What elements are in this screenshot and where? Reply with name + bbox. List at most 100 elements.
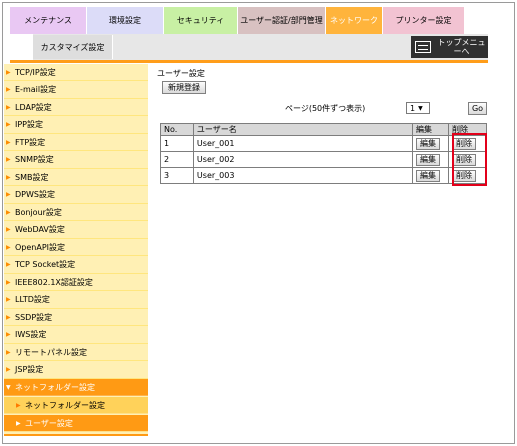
- sidebar-item-remote-panel[interactable]: ▶ リモートパネル設定: [4, 344, 148, 361]
- delete-cell: 削除: [448, 167, 487, 184]
- register-button[interactable]: 新規登録: [162, 81, 206, 94]
- table-row: 2 User_002 編集 削除: [160, 151, 487, 168]
- table-row: 1 User_001 編集 削除: [160, 135, 487, 152]
- tab-printer[interactable]: プリンター設定: [383, 7, 465, 34]
- column-header-no: No.: [160, 123, 194, 136]
- sidebar-item-label: IPP設定: [15, 120, 44, 129]
- page-select-value: 1: [410, 103, 416, 113]
- sidebar-item-smb[interactable]: ▶ SMB設定: [4, 169, 148, 186]
- arrow-right-icon: ▶: [6, 348, 11, 356]
- sidebar-item-label: SNMP設定: [15, 155, 54, 164]
- edit-cell: 編集: [412, 135, 449, 152]
- sidebar-item-snmp[interactable]: ▶ SNMP設定: [4, 152, 148, 169]
- sidebar-item-label: SMB設定: [15, 172, 49, 182]
- sidebar-item-label: SSDP設定: [15, 312, 53, 322]
- tab-network[interactable]: ネットワーク: [326, 7, 383, 34]
- sidebar-item-label: Bonjour設定: [15, 207, 62, 217]
- arrow-right-icon: ▶: [6, 121, 11, 128]
- pager-label: ページ(50件ずつ表示): [285, 104, 366, 113]
- go-button[interactable]: Go: [468, 102, 487, 115]
- sidebar-item-label: ネットフォルダー設定: [25, 400, 105, 410]
- tab-user-auth[interactable]: ユーザー認証/部門管理: [238, 7, 326, 34]
- arrow-right-icon: ▶: [6, 278, 11, 286]
- tab-security[interactable]: セキュリティ: [164, 7, 238, 34]
- delete-button[interactable]: 削除: [452, 169, 476, 182]
- sidebar-item-label: ユーザー設定: [25, 418, 73, 428]
- sidebar-item-ipp[interactable]: ▶ IPP設定: [4, 117, 148, 134]
- sidebar-item-label: TCP/IP設定: [15, 67, 56, 77]
- column-header-delete: 削除: [448, 123, 487, 136]
- table-header-row: No. ユーザー名 編集 削除: [160, 123, 487, 136]
- column-header-edit: 編集: [412, 123, 449, 136]
- menu-list-icon: [415, 41, 431, 53]
- delete-button[interactable]: 削除: [452, 137, 476, 150]
- arrow-right-icon: ▶: [6, 208, 11, 216]
- sidebar-item-openapi[interactable]: ▶ OpenAPI設定: [4, 239, 148, 256]
- tab-environment[interactable]: 環境設定: [87, 7, 164, 34]
- sidebar-item-dpws[interactable]: ▶ DPWS設定: [4, 187, 148, 204]
- edit-button[interactable]: 編集: [416, 169, 441, 182]
- sidebar-item-label: LLTD設定: [15, 295, 50, 304]
- sidebar-item-tcp-socket[interactable]: ▶ TCP Socket設定: [4, 257, 148, 274]
- sidebar-item-label: IWS設定: [15, 330, 47, 339]
- sidebar-item-label: TCP Socket設定: [15, 260, 76, 269]
- delete-cell: 削除: [448, 151, 487, 168]
- sidebar-item-label: OpenAPI設定: [15, 242, 66, 252]
- arrow-right-icon: ▶: [6, 296, 11, 303]
- page-title: ユーザー設定: [157, 69, 205, 78]
- sidebar-item-tcpip[interactable]: ▶ TCP/IP設定: [4, 64, 148, 81]
- sidebar-group-net-folder[interactable]: ▼ ネットフォルダー設定: [4, 379, 148, 396]
- tab-maintenance[interactable]: メンテナンス: [10, 7, 87, 34]
- arrow-right-icon: ▶: [16, 401, 21, 409]
- row-username: User_001: [192, 135, 414, 152]
- sidebar: ▶ TCP/IP設定 ▶ E-mail設定 ▶ LDAP設定 ▶ IPP設定 ▶ FTP設…: [4, 64, 148, 436]
- edit-cell: 編集: [412, 151, 449, 168]
- sidebar-item-ieee8021x[interactable]: ▶ IEEE802.1X認証設定: [4, 274, 148, 291]
- row-number: 3: [160, 167, 194, 184]
- arrow-right-icon: ▶: [6, 86, 11, 93]
- arrow-down-icon: ▼: [6, 383, 11, 391]
- sidebar-item-label: DPWS設定: [15, 190, 55, 199]
- top-menu-button[interactable]: トップメニューへ: [411, 36, 488, 58]
- arrow-right-icon: ▶: [6, 138, 11, 146]
- sidebar-item-bonjour[interactable]: ▶ Bonjour設定: [4, 204, 148, 221]
- sidebar-item-label: LDAP設定: [15, 102, 52, 112]
- delete-button[interactable]: 削除: [452, 153, 476, 166]
- tab-customize[interactable]: カスタマイズ設定: [10, 35, 113, 59]
- arrow-right-icon: ▶: [6, 156, 11, 163]
- row-number: 2: [160, 151, 194, 168]
- arrow-right-icon: ▶: [6, 331, 11, 338]
- row-username: User_002: [192, 151, 414, 168]
- sidebar-item-iws[interactable]: ▶ IWS設定: [4, 327, 148, 344]
- delete-cell: 削除: [448, 135, 487, 152]
- sidebar-group-label: ネットフォルダー設定: [15, 382, 95, 392]
- chevron-down-icon: ▼: [418, 104, 423, 112]
- sidebar-item-ldap[interactable]: ▶ LDAP設定: [4, 99, 148, 116]
- sidebar-item-ftp[interactable]: ▶ FTP設定: [4, 134, 148, 151]
- user-table: No. ユーザー名 編集 削除 1 User_001 編集 削除 2 User_…: [160, 123, 487, 184]
- row-username: User_003: [192, 167, 414, 184]
- sidebar-item-ssdp[interactable]: ▶ SSDP設定: [4, 309, 148, 326]
- sidebar-subitem-net-folder[interactable]: ▶ ネットフォルダー設定: [4, 397, 148, 414]
- page-select[interactable]: 1 ▼: [406, 102, 430, 114]
- sidebar-item-label: FTP設定: [15, 137, 46, 147]
- arrow-right-icon: ▶: [6, 103, 11, 111]
- arrow-right-icon: ▶: [6, 243, 11, 251]
- edit-button[interactable]: 編集: [416, 137, 441, 150]
- sidebar-item-label: IEEE802.1X認証設定: [15, 277, 93, 287]
- sidebar-item-label: WebDAV設定: [15, 225, 65, 234]
- sidebar-item-label: リモートパネル設定: [15, 347, 87, 357]
- sidebar-bottom-line: [4, 434, 148, 436]
- sidebar-item-webdav[interactable]: ▶ WebDAV設定: [4, 222, 148, 239]
- arrow-right-icon: ▶: [6, 313, 11, 321]
- sidebar-subitem-user-settings[interactable]: ▶ ユーザー設定: [4, 415, 148, 432]
- row-number: 1: [160, 135, 194, 152]
- sidebar-item-email[interactable]: ▶ E-mail設定: [4, 82, 148, 99]
- sidebar-item-lltd[interactable]: ▶ LLTD設定: [4, 292, 148, 309]
- sidebar-item-jsp[interactable]: ▶ JSP設定: [4, 362, 148, 379]
- edit-cell: 編集: [412, 167, 449, 184]
- arrow-right-icon: ▶: [6, 68, 11, 76]
- arrow-right-icon: ▶: [6, 173, 11, 181]
- edit-button[interactable]: 編集: [416, 153, 441, 166]
- sidebar-item-label: JSP設定: [15, 365, 44, 374]
